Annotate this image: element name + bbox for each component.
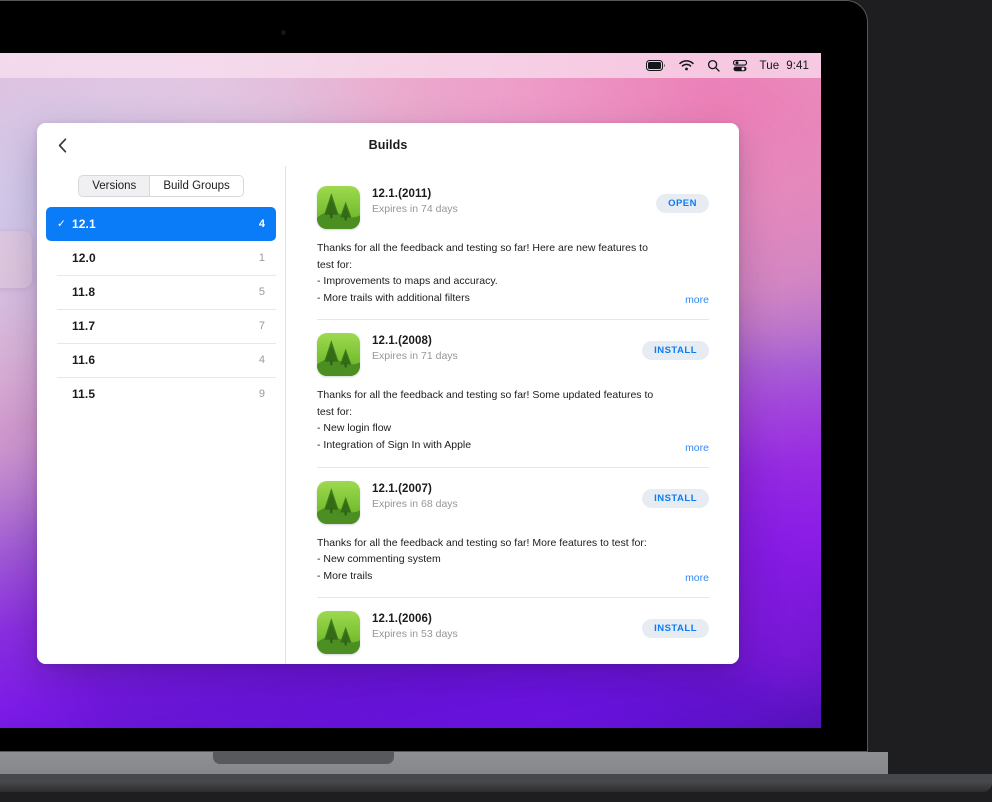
version-label: 11.6 <box>72 353 95 367</box>
segmented-control[interactable]: Versions Build Groups <box>78 175 244 197</box>
version-count: 1 <box>259 252 265 264</box>
build-card[interactable]: 12.1.(2007) Expires in 68 days INSTALL T… <box>286 467 739 598</box>
note-line: Thanks for all the feedback and testing … <box>317 387 665 420</box>
build-version: 12.1.(2008) <box>372 335 458 347</box>
app-icon-trees <box>317 186 360 229</box>
app-icon-trees <box>317 481 360 524</box>
page-title: Builds <box>369 138 408 152</box>
version-label: 11.8 <box>72 285 95 299</box>
control-center-icon[interactable] <box>733 60 747 72</box>
build-expires: Expires in 71 days <box>372 350 458 362</box>
version-count: 5 <box>259 286 265 298</box>
note-line: - Improvements to maps and accuracy. <box>317 273 665 290</box>
tab-versions[interactable]: Versions <box>79 176 149 196</box>
build-notes: Thanks for all the feedback and testing … <box>317 535 709 585</box>
tab-build-groups[interactable]: Build Groups <box>149 176 242 196</box>
more-link[interactable]: more <box>685 442 709 454</box>
version-label: 11.7 <box>72 319 95 333</box>
more-link[interactable]: more <box>685 572 709 584</box>
segmented-control-wrap: Versions Build Groups <box>37 171 285 207</box>
wifi-icon[interactable] <box>679 60 694 71</box>
laptop-base-shadow <box>0 782 992 802</box>
menubar-clock[interactable]: Tue 9:41 <box>760 60 810 72</box>
builds-list: 12.1.(2011) Expires in 74 days OPEN Than… <box>286 166 739 664</box>
note-line: - New login flow <box>317 420 665 437</box>
background-window[interactable] <box>0 231 32 288</box>
app-icon-trees <box>317 333 360 376</box>
menu-bar: Tue 9:41 <box>0 53 821 78</box>
sidebar-item-version-11-5[interactable]: 11.5 9 <box>46 377 276 411</box>
build-card[interactable]: 12.1.(2011) Expires in 74 days OPEN Than… <box>286 172 739 319</box>
install-button[interactable]: INSTALL <box>642 619 709 638</box>
sidebar: Versions Build Groups ✓ 12.1 4 <box>37 166 286 664</box>
version-list: ✓ 12.1 4 12.0 1 11.8 <box>37 207 285 411</box>
build-meta: 12.1.(2008) Expires in 71 days <box>372 333 458 362</box>
install-button[interactable]: INSTALL <box>642 489 709 508</box>
version-label: 11.5 <box>72 387 95 401</box>
version-count: 7 <box>259 320 265 332</box>
screenshot-root: Tue 9:41 Builds <box>0 0 992 802</box>
desktop-screen: Tue 9:41 Builds <box>0 53 821 728</box>
build-notes: Thanks for all the feedback and testing … <box>317 387 709 453</box>
note-line: - New commenting system <box>317 551 665 568</box>
version-label: 12.1 <box>72 217 96 231</box>
laptop-base-notch <box>213 752 394 764</box>
build-notes: Thanks for all the feedback and testing … <box>317 240 709 306</box>
build-header: 12.1.(2011) Expires in 74 days OPEN <box>317 186 709 229</box>
build-version: 12.1.(2011) <box>372 188 458 200</box>
menubar-time: 9:41 <box>786 60 809 72</box>
search-icon[interactable] <box>707 59 720 72</box>
note-line: Thanks for all the feedback and testing … <box>317 240 665 273</box>
window-titlebar: Builds <box>37 123 739 166</box>
build-meta: 12.1.(2006) Expires in 53 days <box>372 611 458 640</box>
note-line: - Integration of Sign In with Apple <box>317 437 665 454</box>
checkmark-icon: ✓ <box>57 219 70 230</box>
install-button[interactable]: INSTALL <box>642 341 709 360</box>
menubar-day: Tue <box>760 60 780 72</box>
build-card[interactable]: 12.1.(2008) Expires in 71 days INSTALL T… <box>286 319 739 466</box>
note-line: - More trails <box>317 568 665 585</box>
builds-window: Builds Versions Build Groups <box>37 123 739 664</box>
build-meta: 12.1.(2007) Expires in 68 days <box>372 481 458 510</box>
build-expires: Expires in 68 days <box>372 498 458 510</box>
battery-icon[interactable] <box>646 60 666 71</box>
version-count: 4 <box>259 218 265 230</box>
build-card[interactable]: 12.1.(2006) Expires in 53 days INSTALL T… <box>286 597 739 664</box>
build-meta: 12.1.(2011) Expires in 74 days <box>372 186 458 215</box>
sidebar-item-version-11-7[interactable]: 11.7 7 <box>46 309 276 343</box>
build-header: 12.1.(2007) Expires in 68 days INSTALL <box>317 481 709 524</box>
note-line: Thanks for all the feedback and testing … <box>317 535 665 552</box>
window-body: Versions Build Groups ✓ 12.1 4 <box>37 166 739 664</box>
version-label: 12.0 <box>72 251 96 265</box>
more-link[interactable]: more <box>685 294 709 306</box>
webcam-icon <box>281 30 286 35</box>
chevron-left-icon <box>58 138 67 153</box>
laptop-frame: Tue 9:41 Builds <box>0 0 868 752</box>
build-expires: Expires in 74 days <box>372 203 458 215</box>
sidebar-item-version-12-1[interactable]: ✓ 12.1 4 <box>46 207 276 241</box>
sidebar-item-version-11-8[interactable]: 11.8 5 <box>46 275 276 309</box>
build-header: 12.1.(2006) Expires in 53 days INSTALL <box>317 611 709 654</box>
build-expires: Expires in 53 days <box>372 628 458 640</box>
app-icon-trees <box>317 611 360 654</box>
back-button[interactable] <box>48 131 76 159</box>
build-version: 12.1.(2007) <box>372 483 458 495</box>
version-count: 4 <box>259 354 265 366</box>
sidebar-item-version-11-6[interactable]: 11.6 4 <box>46 343 276 377</box>
sidebar-item-version-12-0[interactable]: 12.0 1 <box>46 241 276 275</box>
note-line: - More trails with additional filters <box>317 290 665 307</box>
build-header: 12.1.(2008) Expires in 71 days INSTALL <box>317 333 709 376</box>
version-count: 9 <box>259 388 265 400</box>
laptop-base-top <box>0 752 888 774</box>
build-version: 12.1.(2006) <box>372 613 458 625</box>
open-button[interactable]: OPEN <box>656 194 709 213</box>
